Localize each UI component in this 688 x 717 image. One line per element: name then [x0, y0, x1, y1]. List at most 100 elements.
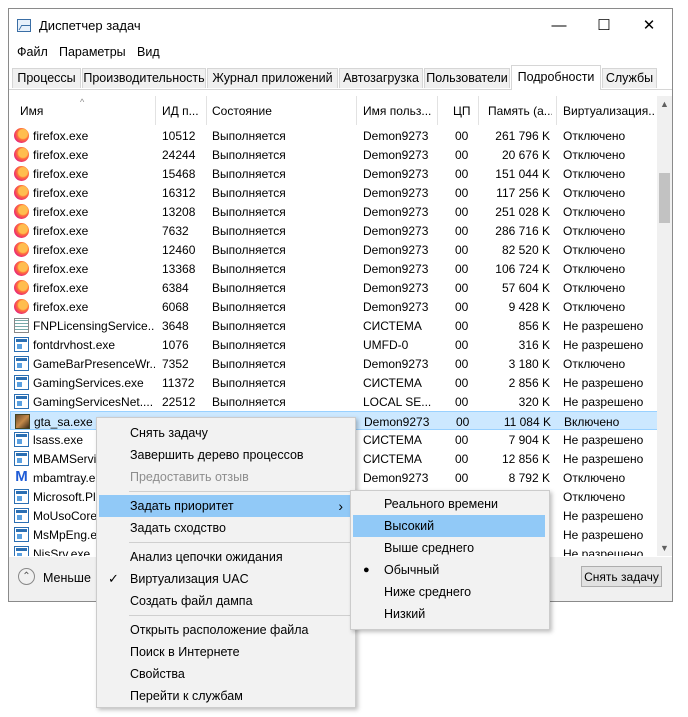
- column-header-virtualization[interactable]: Виртуализация...: [563, 104, 655, 118]
- column-header-memory[interactable]: Память (а...: [488, 104, 552, 118]
- tab-startup[interactable]: Автозагрузка: [339, 68, 423, 88]
- window-icon: [14, 489, 29, 504]
- priority-option-label: Низкий: [384, 607, 426, 621]
- table-row[interactable]: FNPLicensingService... 3648 Выполняется СИС…: [10, 316, 658, 335]
- cell-name: firefox.exe: [33, 129, 89, 143]
- priority-option[interactable]: Низкий: [353, 603, 545, 625]
- cell-status: Выполняется: [212, 300, 286, 314]
- window-icon: [14, 356, 29, 371]
- context-menu-item[interactable]: Анализ цепочки ожидания: [99, 546, 351, 568]
- cell-memory: 856 K: [518, 319, 550, 333]
- cell-memory: 2 856 K: [508, 376, 550, 390]
- tab-users[interactable]: Пользователи: [424, 68, 510, 88]
- table-row[interactable]: firefox.exe 7632 Выполняется Demon9273 00 286…: [10, 221, 658, 240]
- cell-name: fontdrvhost.exe: [33, 338, 116, 352]
- maximize-button[interactable]: ☐: [581, 9, 627, 43]
- cell-name: FNPLicensingService...: [33, 319, 155, 333]
- context-menu-item[interactable]: Задать сходство: [99, 517, 351, 539]
- cell-virtualization: Отключено: [563, 205, 626, 219]
- window-icon: [14, 451, 29, 466]
- cell-memory: 251 028 K: [495, 205, 550, 219]
- column-header-cpu[interactable]: ЦП: [453, 104, 479, 118]
- title-bar[interactable]: Диспетчер задач — ☐ ✕: [9, 9, 672, 43]
- cell-name: firefox.exe: [33, 148, 89, 162]
- cell-cpu: 00: [455, 376, 469, 390]
- table-row[interactable]: firefox.exe 13368 Выполняется Demon9273 00 10…: [10, 259, 658, 278]
- column-header-name[interactable]: Имя: [20, 104, 150, 118]
- cell-name: GamingServices.exe: [33, 376, 144, 390]
- cell-virtualization: Включено: [564, 415, 620, 429]
- context-menu-item-label: Предоставить отзыв: [130, 470, 249, 484]
- cell-status: Выполняется: [212, 262, 286, 276]
- cell-memory: 9 428 K: [508, 300, 550, 314]
- table-row[interactable]: firefox.exe 10512 Выполняется Demon9273 00 26…: [10, 126, 658, 145]
- close-button[interactable]: ✕: [626, 9, 672, 43]
- priority-option[interactable]: Выше среднего: [353, 537, 545, 559]
- scrollbar-thumb[interactable]: [659, 173, 670, 223]
- context-menu-item-label: Перейти к службам: [130, 689, 243, 703]
- tab-performance[interactable]: Производительность: [82, 68, 206, 88]
- cell-memory: 117 256 K: [496, 186, 550, 200]
- context-menu-item[interactable]: Перейти к службам: [99, 685, 351, 707]
- table-row[interactable]: firefox.exe 15468 Выполняется Demon9273 00 15…: [10, 164, 658, 183]
- context-menu-item[interactable]: Поиск в Интернете: [99, 641, 351, 663]
- end-task-button[interactable]: Снять задачу: [581, 566, 662, 587]
- priority-option[interactable]: ● Обычный: [353, 559, 545, 581]
- context-menu-item[interactable]: Задать приоритет ›: [99, 495, 351, 517]
- cell-virtualization: Отключено: [563, 148, 626, 162]
- context-menu-item-label: Создать файл дампа: [130, 594, 253, 608]
- context-menu-item[interactable]: ✓ Виртуализация UAC: [99, 568, 351, 590]
- cell-virtualization: Отключено: [563, 281, 626, 295]
- cell-user: Demon9273: [363, 471, 429, 485]
- context-menu-item[interactable]: Снять задачу: [99, 422, 351, 444]
- table-row[interactable]: GameBarPresenceWr... 7352 Выполняется Demon…: [10, 354, 658, 373]
- scroll-down-arrow-icon[interactable]: ▼: [657, 543, 672, 553]
- context-menu-item[interactable]: Свойства: [99, 663, 351, 685]
- tab-details[interactable]: Подробности: [511, 65, 601, 90]
- tab-processes[interactable]: Процессы: [12, 68, 81, 88]
- table-row[interactable]: firefox.exe 6068 Выполняется Demon9273 00 9 4…: [10, 297, 658, 316]
- cell-virtualization: Отключено: [563, 243, 626, 257]
- context-menu-item[interactable]: Создать файл дампа: [99, 590, 351, 612]
- context-menu-item[interactable]: Завершить дерево процессов: [99, 444, 351, 466]
- table-row[interactable]: firefox.exe 24244 Выполняется Demon9273 00 20…: [10, 145, 658, 164]
- cell-pid: 3648: [162, 319, 189, 333]
- vertical-scrollbar[interactable]: ▲ ▼: [657, 96, 672, 556]
- cell-memory: 106 724 K: [495, 262, 550, 276]
- context-menu-item[interactable]: Открыть расположение файла: [99, 619, 351, 641]
- column-header-user[interactable]: Имя польз...: [363, 104, 437, 118]
- table-row[interactable]: GamingServicesNet.... 22512 Выполняется LOC…: [10, 392, 658, 411]
- table-row[interactable]: fontdrvhost.exe 1076 Выполняется UMFD-0 00 31…: [10, 335, 658, 354]
- scroll-up-arrow-icon[interactable]: ▲: [657, 99, 672, 109]
- cell-cpu: 00: [455, 357, 469, 371]
- context-menu-item-label: Поиск в Интернете: [130, 645, 240, 659]
- table-row[interactable]: GamingServices.exe 11372 Выполняется СИСТЕМ…: [10, 373, 658, 392]
- tab-app-history[interactable]: Журнал приложений: [207, 68, 338, 88]
- cell-cpu: 00: [455, 300, 469, 314]
- column-header-status[interactable]: Состояние: [212, 104, 352, 118]
- priority-option[interactable]: Реального времени: [353, 493, 545, 515]
- cell-memory: 8 792 K: [508, 471, 550, 485]
- menu-options[interactable]: Параметры: [59, 45, 126, 59]
- cell-cpu: 00: [455, 167, 469, 181]
- column-header-pid[interactable]: ИД п...: [162, 104, 204, 118]
- menu-file[interactable]: Файл: [17, 45, 48, 59]
- cell-name: GameBarPresenceWr...: [33, 357, 155, 371]
- cell-memory: 82 520 K: [501, 243, 550, 257]
- table-row[interactable]: firefox.exe 16312 Выполняется Demon9273 00 11…: [10, 183, 658, 202]
- priority-option[interactable]: Высокий: [353, 515, 545, 537]
- menu-view[interactable]: Вид: [137, 45, 160, 59]
- table-row[interactable]: firefox.exe 6384 Выполняется Demon9273 00 57 …: [10, 278, 658, 297]
- priority-option[interactable]: Ниже среднего: [353, 581, 545, 603]
- cell-pid: 6384: [162, 281, 189, 295]
- cell-cpu: 00: [456, 415, 470, 429]
- minimize-button[interactable]: —: [536, 9, 582, 43]
- table-row[interactable]: firefox.exe 12460 Выполняется Demon9273 00 82…: [10, 240, 658, 259]
- window-icon: [14, 508, 29, 523]
- cell-cpu: 00: [455, 471, 469, 485]
- table-row[interactable]: firefox.exe 13208 Выполняется Demon9273 00 25…: [10, 202, 658, 221]
- cell-name: firefox.exe: [33, 281, 89, 295]
- tab-services[interactable]: Службы: [602, 68, 657, 88]
- context-menu: Снять задачу Завершить дерево процессов Пр…: [96, 417, 356, 708]
- priority-submenu: Реального времени Высокий Выше среднего ● Об…: [350, 490, 550, 630]
